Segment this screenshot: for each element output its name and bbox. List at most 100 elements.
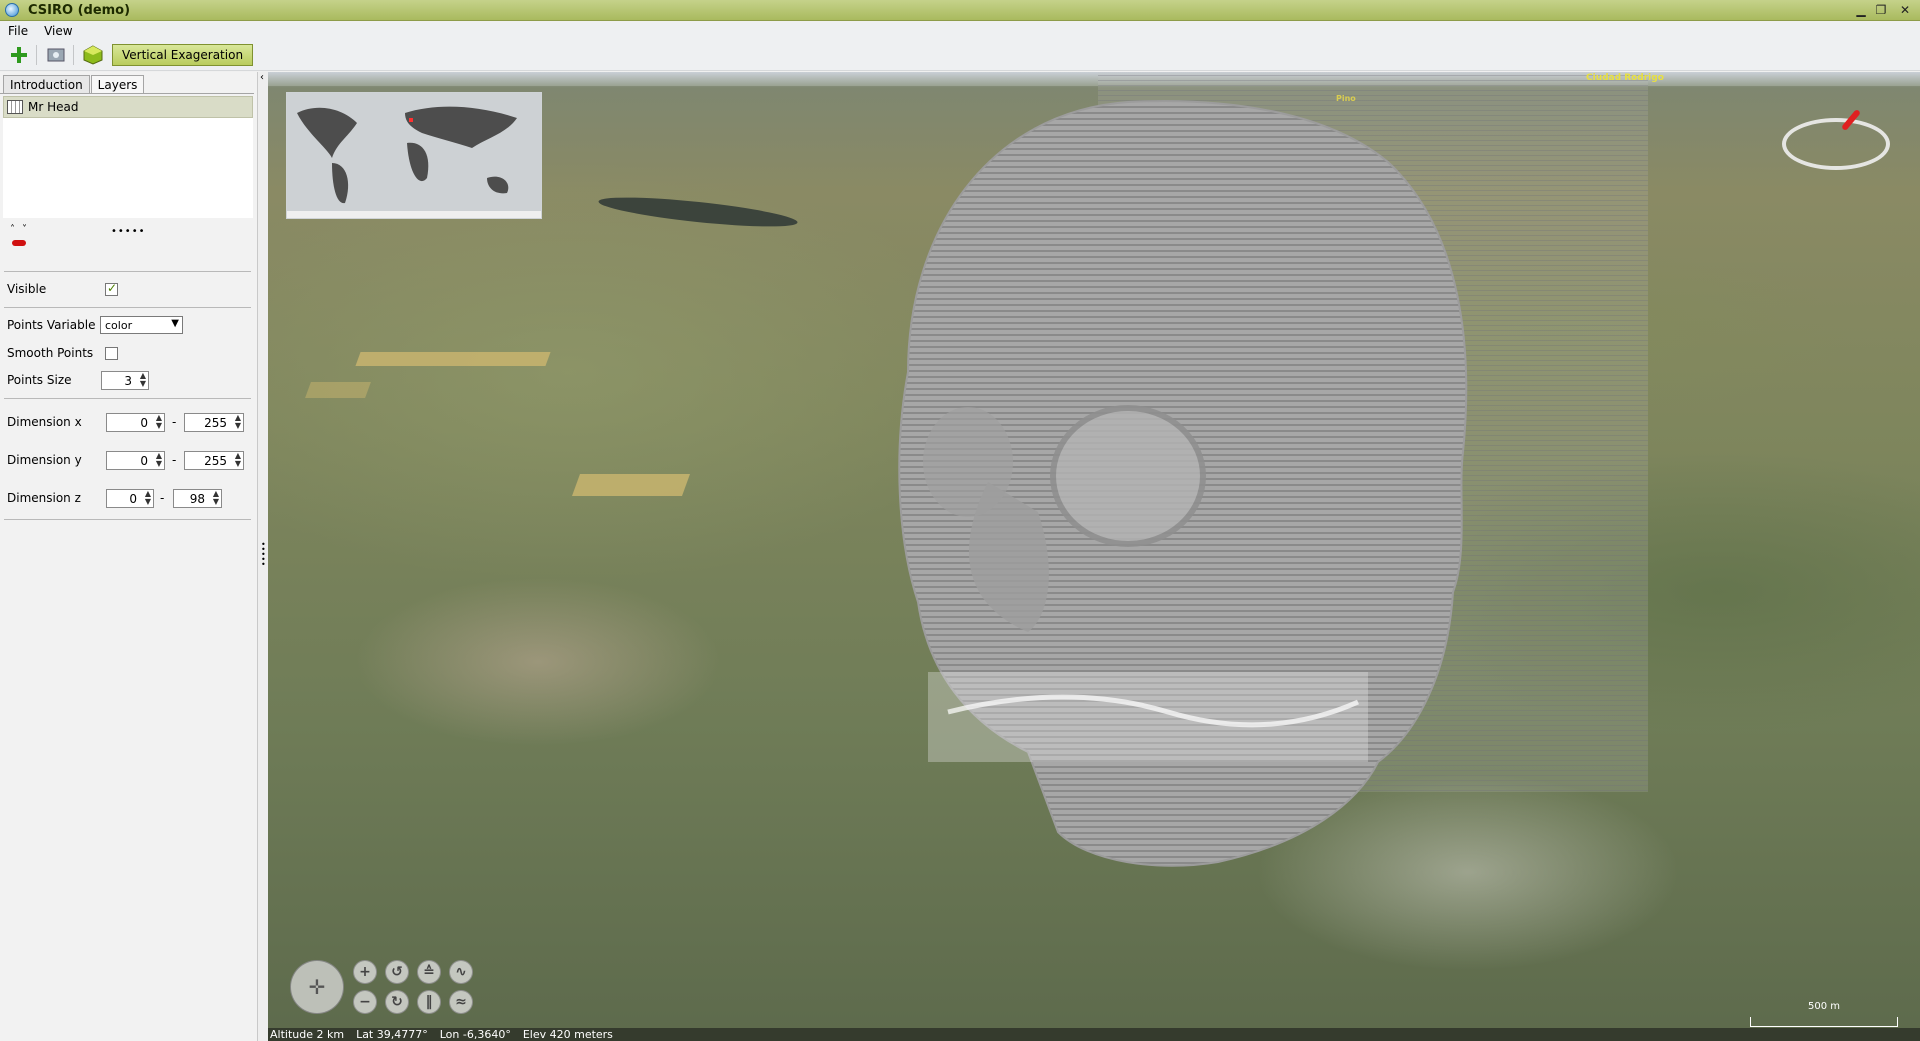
- points-variable-select[interactable]: color ▼: [100, 316, 183, 334]
- points-size-row: Points Size: [7, 373, 72, 387]
- spinner-arrows-icon[interactable]: ▲ ▼: [140, 372, 146, 388]
- dimension-y-row: Dimension y: [7, 453, 82, 467]
- spinner-arrows-icon[interactable]: ▲ ▼: [213, 490, 219, 506]
- chevron-down-icon: ▼: [171, 318, 179, 329]
- menu-file[interactable]: File: [8, 24, 28, 38]
- exaggeration-down-icon[interactable]: ≈: [449, 990, 473, 1014]
- spinner-arrows-icon[interactable]: ▲ ▼: [156, 414, 162, 430]
- dimension-z-max-value: 98: [189, 491, 205, 506]
- dimension-x-max-value: 255: [204, 415, 227, 430]
- visible-label: Visible: [7, 282, 47, 296]
- map-small-label: Pino: [1336, 94, 1356, 103]
- tab-introduction[interactable]: Introduction: [3, 75, 90, 93]
- status-lat: Lat 39,4777°: [356, 1028, 428, 1041]
- menu-view[interactable]: View: [44, 24, 72, 38]
- close-icon[interactable]: ✕: [1898, 3, 1912, 17]
- smooth-points-label: Smooth Points: [7, 346, 94, 360]
- points-size-spinner[interactable]: 3 ▲ ▼: [101, 371, 149, 390]
- title-bar: CSIRO (demo) ▁ ❐ ✕: [0, 0, 1920, 21]
- spinner-arrows-icon[interactable]: ▲ ▼: [235, 452, 241, 468]
- tab-layers[interactable]: Layers: [90, 75, 145, 93]
- range-separator: -: [172, 453, 177, 467]
- spinner-arrows-icon[interactable]: ▲ ▼: [145, 490, 151, 506]
- range-separator: -: [172, 415, 177, 429]
- visible-row: Visible: [7, 282, 46, 296]
- drag-handle-icon[interactable]: •••••: [111, 226, 146, 237]
- map-place-label: Ciudad Rodrigo: [1586, 73, 1664, 83]
- world-minimap[interactable]: [286, 92, 542, 219]
- dimension-x-label: Dimension x: [7, 415, 82, 429]
- app-icon: [5, 3, 19, 17]
- dimension-z-row: Dimension z: [7, 491, 81, 505]
- divider: [4, 307, 251, 308]
- scale-label: 500 m: [1808, 1001, 1841, 1012]
- toolbar-separator: [36, 45, 37, 65]
- compass[interactable]: [1782, 108, 1890, 170]
- dimension-y-min-spinner[interactable]: 0 ▲ ▼: [106, 451, 165, 470]
- left-panel: Introduction Layers Mr Head ˄ ˅ ••••• Vi…: [0, 72, 258, 1041]
- layer-list: Mr Head: [3, 96, 253, 218]
- exaggeration-up-icon[interactable]: ∿: [449, 960, 473, 984]
- zoom-out-icon[interactable]: −: [353, 990, 377, 1014]
- tab-divider: [0, 93, 254, 94]
- tilt-up-icon[interactable]: ≙: [417, 960, 441, 984]
- range-separator: -: [160, 491, 165, 505]
- smooth-points-row: Smooth Points: [7, 346, 93, 360]
- points-size-label: Points Size: [7, 373, 72, 387]
- move-up-icon[interactable]: ˄: [10, 224, 15, 235]
- spinner-arrows-icon[interactable]: ▲ ▼: [156, 452, 162, 468]
- status-lon: Lon -6,3640°: [439, 1028, 511, 1041]
- dimension-y-label: Dimension y: [7, 453, 82, 467]
- points-variable-row: Points Variable: [7, 318, 95, 332]
- dimension-x-row: Dimension x: [7, 415, 82, 429]
- status-altitude: Altitude 2 km: [270, 1028, 345, 1041]
- visible-checkbox[interactable]: [105, 281, 118, 296]
- dimension-x-min-value: 0: [140, 415, 148, 430]
- pan-control-icon[interactable]: ✛: [290, 960, 344, 1014]
- package-icon[interactable]: [82, 44, 104, 66]
- divider: [4, 519, 251, 520]
- smooth-points-checkbox[interactable]: [105, 347, 118, 360]
- dimension-x-min-spinner[interactable]: 0 ▲ ▼: [106, 413, 165, 432]
- tilt-down-icon[interactable]: ‖: [417, 990, 441, 1014]
- toolbar: Vertical Exageration: [0, 40, 1920, 71]
- panel-tabs: Introduction Layers: [3, 75, 145, 93]
- layer-list-tools: ˄ ˅ •••••: [8, 224, 248, 254]
- divider: [4, 271, 251, 272]
- dimension-y-max-spinner[interactable]: 255 ▲ ▼: [184, 451, 244, 470]
- dimension-z-label: Dimension z: [7, 491, 81, 505]
- scale-bar: [1750, 1017, 1898, 1027]
- panel-splitter[interactable]: ‹ • • • • •: [258, 72, 268, 1041]
- move-down-icon[interactable]: ˅: [22, 224, 27, 235]
- toolbar-separator: [73, 45, 74, 65]
- screenshot-icon[interactable]: [45, 44, 67, 66]
- dimension-x-max-spinner[interactable]: 255 ▲ ▼: [184, 413, 244, 432]
- remove-layer-icon[interactable]: [12, 240, 26, 246]
- window-title: CSIRO (demo): [28, 2, 131, 18]
- spinner-arrows-icon[interactable]: ▲ ▼: [235, 414, 241, 430]
- points-variable-value: color: [105, 318, 133, 332]
- rotate-right-icon[interactable]: ↻: [385, 990, 409, 1014]
- maximize-icon[interactable]: ❐: [1874, 3, 1888, 17]
- zoom-in-icon[interactable]: +: [353, 960, 377, 984]
- status-elev: Elev 420 meters: [522, 1028, 613, 1041]
- layer-icon: [7, 100, 23, 114]
- dimension-z-max-spinner[interactable]: 98 ▲ ▼: [173, 489, 222, 508]
- points-variable-label: Points Variable: [7, 318, 96, 332]
- minimize-icon[interactable]: ▁: [1854, 3, 1868, 17]
- globe-view[interactable]: Ciudad Rodrigo Pino ✛ + − ↺ ↻ ≙ ‖ ∿ ≈ 50…: [268, 72, 1920, 1041]
- collapse-arrow-icon[interactable]: ‹: [260, 72, 264, 83]
- vertical-exageration-button[interactable]: Vertical Exageration: [112, 44, 254, 66]
- menu-bar: File View: [0, 22, 1920, 40]
- points-size-value: 3: [124, 373, 132, 388]
- splitter-grip-icon[interactable]: • • • • •: [261, 541, 266, 569]
- dimension-z-min-value: 0: [129, 491, 137, 506]
- divider: [4, 398, 251, 399]
- dimension-y-max-value: 255: [204, 453, 227, 468]
- add-layer-icon[interactable]: [8, 44, 30, 66]
- rotate-left-icon[interactable]: ↺: [385, 960, 409, 984]
- dimension-y-min-value: 0: [140, 453, 148, 468]
- dimension-z-min-spinner[interactable]: 0 ▲ ▼: [106, 489, 154, 508]
- layer-item[interactable]: Mr Head: [3, 96, 253, 118]
- layer-name: Mr Head: [28, 100, 79, 114]
